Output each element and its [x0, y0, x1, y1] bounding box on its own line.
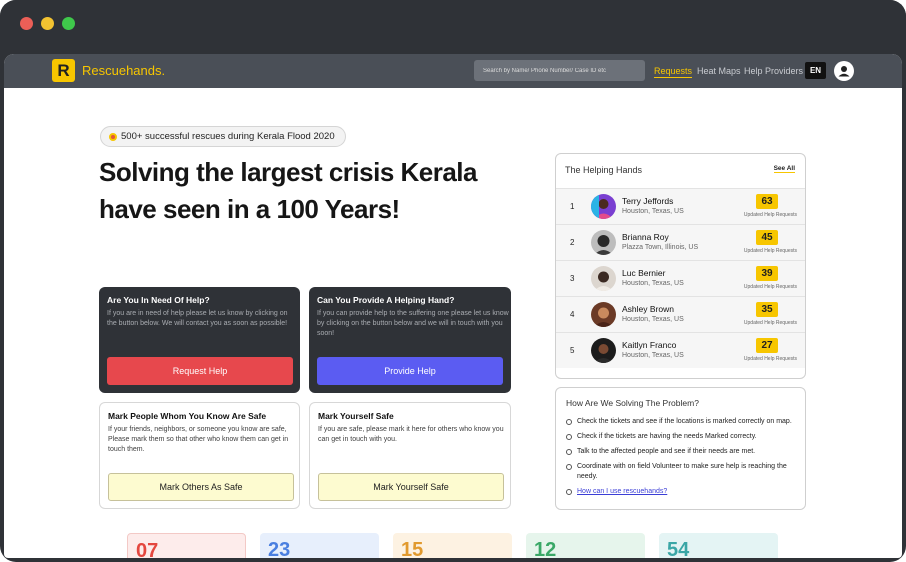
hero-title: Solving the largest crisis Kerala have s…: [99, 157, 478, 224]
rank: 4: [570, 310, 575, 319]
updated-label: Updated Help Requests: [743, 284, 797, 290]
mark-others-card: Mark People Whom You Know Are Safe If yo…: [99, 402, 300, 509]
search-input[interactable]: [474, 60, 645, 81]
helper-location: Plazza Town, Illinois, US: [622, 244, 699, 251]
language-selector[interactable]: EN: [805, 62, 826, 79]
help-count-badge: 27: [756, 338, 778, 353]
see-all-link[interactable]: See All: [773, 165, 795, 173]
updated-label: Updated Help Requests: [743, 212, 797, 218]
card-description: If you are in need of help please let us…: [107, 310, 288, 327]
user-avatar-icon[interactable]: [834, 61, 854, 81]
stat-value: 07: [136, 540, 159, 558]
table-row[interactable]: 2 Brianna Roy Plazza Town, Illinois, US …: [556, 224, 805, 260]
helper-location: Houston, Texas, US: [622, 280, 684, 287]
rescue-count-badge: 500+ successful rescues during Kerala Fl…: [100, 126, 346, 147]
stat-value: 54: [667, 539, 690, 558]
list-item: Check if the tickets are having the need…: [566, 432, 796, 442]
list-item: Check the tickets and see if the locatio…: [566, 417, 796, 427]
card-description: If you can provide help to the suffering…: [317, 310, 509, 337]
card-title: Mark Yourself Safe: [318, 411, 394, 421]
card-title: Are You In Need Of Help?: [107, 295, 210, 305]
browser-window: R Rescuehands. Requests Heat Maps Help P…: [0, 0, 906, 562]
solving-problem-panel: How Are We Solving The Problem? Check th…: [555, 387, 806, 510]
avatar: [591, 194, 616, 219]
rank: 1: [570, 202, 575, 211]
list-item: Talk to the affected people and see if t…: [566, 447, 796, 457]
stat-card: 54: [659, 533, 778, 558]
helper-location: Houston, Texas, US: [622, 316, 684, 323]
mark-others-safe-button[interactable]: Mark Others As Safe: [108, 473, 294, 501]
updated-label: Updated Help Requests: [743, 356, 797, 362]
card-description: If your friends, neighbors, or someone y…: [108, 426, 289, 453]
rescue-count-text: 500+ successful rescues during Kerala Fl…: [121, 131, 335, 142]
nav-link-heat-maps[interactable]: Heat Maps: [697, 66, 741, 76]
helping-hands-panel: The Helping Hands See All 1 Terry Jeffor…: [555, 153, 806, 379]
page-content: R Rescuehands. Requests Heat Maps Help P…: [4, 54, 902, 558]
solving-steps-list: Check the tickets and see if the locatio…: [566, 417, 796, 502]
stat-card: 07: [127, 533, 246, 558]
helper-name: Terry Jeffords: [622, 196, 674, 206]
avatar: [591, 302, 616, 327]
helper-name: Luc Bernier: [622, 268, 666, 278]
avatar: [591, 230, 616, 255]
mark-yourself-safe-button[interactable]: Mark Yourself Safe: [318, 473, 504, 501]
helper-location: Houston, Texas, US: [622, 352, 684, 359]
stat-value: 12: [534, 539, 557, 558]
table-row[interactable]: 1 Terry Jeffords Houston, Texas, US 63 U…: [556, 188, 805, 224]
close-window-button[interactable]: [20, 17, 33, 30]
rank: 3: [570, 274, 575, 283]
help-count-badge: 39: [756, 266, 778, 281]
card-title: Can You Provide A Helping Hand?: [317, 295, 455, 305]
table-row[interactable]: 5 Kaitlyn Franco Houston, Texas, US 27 U…: [556, 332, 805, 368]
nav-link-help-providers[interactable]: Help Providers: [744, 66, 803, 76]
card-description: If you are safe, please mark it here for…: [318, 426, 504, 443]
logo-icon[interactable]: R: [52, 59, 75, 82]
how-to-use-link[interactable]: How can I use rescuehands?: [577, 488, 667, 495]
maximize-window-button[interactable]: [62, 17, 75, 30]
updated-label: Updated Help Requests: [743, 248, 797, 254]
mark-yourself-card: Mark Yourself Safe If you are safe, plea…: [309, 402, 511, 509]
list-item-link: How can I use rescuehands?: [566, 487, 796, 497]
stat-value: 23: [268, 539, 291, 558]
panel-title: The Helping Hands: [565, 165, 643, 175]
rank: 5: [570, 346, 575, 355]
need-help-card: Are You In Need Of Help? If you are in n…: [99, 287, 300, 393]
table-row[interactable]: 4 Ashley Brown Houston, Texas, US 35 Upd…: [556, 296, 805, 332]
help-count-badge: 35: [756, 302, 778, 317]
stat-card: 23: [260, 533, 379, 558]
avatar: [591, 266, 616, 291]
rank: 2: [570, 238, 575, 247]
help-count-badge: 45: [756, 230, 778, 245]
avatar: [591, 338, 616, 363]
card-title: Mark People Whom You Know Are Safe: [108, 411, 267, 421]
helper-name: Brianna Roy: [622, 232, 669, 242]
stat-value: 15: [401, 539, 424, 558]
helper-name: Ashley Brown: [622, 304, 674, 314]
request-help-button[interactable]: Request Help: [107, 357, 293, 385]
nav-link-requests[interactable]: Requests: [654, 66, 693, 78]
helper-name: Kaitlyn Franco: [622, 340, 677, 350]
list-item: Coordinate with on field Volunteer to ma…: [566, 462, 796, 482]
minimize-window-button[interactable]: [41, 17, 54, 30]
stat-card: 12: [526, 533, 645, 558]
navbar: R Rescuehands. Requests Heat Maps Help P…: [4, 54, 902, 88]
helper-location: Houston, Texas, US: [622, 208, 684, 215]
brand-name[interactable]: Rescuehands.: [82, 63, 165, 78]
help-count-badge: 63: [756, 194, 778, 209]
target-icon: [109, 132, 117, 141]
stat-card: 15: [393, 533, 512, 558]
panel-title: How Are We Solving The Problem?: [566, 398, 699, 408]
table-row[interactable]: 3 Luc Bernier Houston, Texas, US 39 Upda…: [556, 260, 805, 296]
updated-label: Updated Help Requests: [743, 320, 797, 326]
title-bar: [0, 0, 906, 46]
provide-help-card: Can You Provide A Helping Hand? If you c…: [309, 287, 511, 393]
provide-help-button[interactable]: Provide Help: [317, 357, 503, 385]
